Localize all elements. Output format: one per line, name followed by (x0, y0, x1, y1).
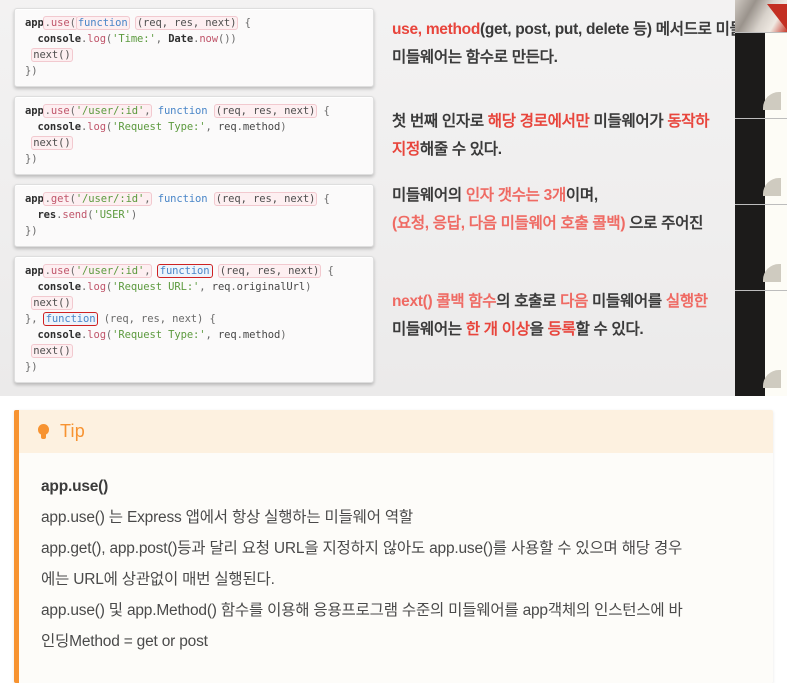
note-use-method: use, method(get, post, put, delete 등) 메서… (392, 16, 787, 72)
tip-title: Tip (60, 421, 85, 441)
note-4-line1-c: 다음 (560, 293, 589, 310)
note-4-line1-a: next() 콜백 함수 (392, 293, 497, 310)
edge-thumbnail-1-corner (763, 92, 781, 110)
edge-thumbnail-4-dark (735, 291, 765, 396)
edge-thumbnail-1[interactable] (735, 32, 787, 118)
edge-thumbnail-1-dark (735, 33, 765, 118)
tip-line-1: app.use() 는 Express 앱에서 항상 실행하는 미들웨어 역할 (41, 509, 413, 526)
note-2-line1-b: 해당 경로에서만 (487, 113, 590, 130)
tip-body: app.use() app.use() 는 Express 앱에서 항상 실행하… (19, 453, 773, 683)
tip-line-4: app.use() 및 app.Method() 함수를 이용해 응용프로그램 … (41, 602, 683, 619)
note-arg-count: 미들웨어의 인자 갯수는 3개이며, (요청, 응답, 다음 미들웨어 호출 콜… (392, 182, 787, 238)
edge-thumbnail-4-corner (763, 370, 781, 388)
slide-notes-column: use, method(get, post, put, delete 등) 메서… (392, 0, 787, 396)
code-block-app-use-multi: app.use('/user/:id', function (req, res,… (14, 256, 374, 383)
tip-header: Tip (19, 410, 773, 453)
note-3-line2-b: 으로 주어진 (625, 215, 704, 232)
tip-heading: app.use() (41, 478, 109, 495)
edge-thumbnail-2-dark (735, 119, 765, 204)
note-2-line2-b: 해줄 수 있다. (419, 141, 502, 158)
edge-thumbnail-2[interactable] (735, 118, 787, 204)
note-3-line1-c: 이며, (565, 187, 598, 204)
annotation-box-function-2: function (42, 312, 99, 326)
note-2-line1-c: 미들웨어가 (589, 113, 668, 130)
note-first-arg: 첫 번째 인자로 해당 경로에서만 미들웨어가 동작하 지정해줄 수 있다. (392, 108, 787, 164)
note-1-line1-highlight: use, method (392, 21, 480, 38)
note-4-line1-e: 실행한 (665, 293, 708, 310)
note-4-line2-b: 한 개 이상 (465, 321, 530, 338)
code-block-app-use-path: app.use('/user/:id', function (req, res,… (14, 96, 374, 175)
note-4-line1-d: 미들웨어를 (588, 293, 666, 310)
tip-line-3: 에는 URL에 상관없이 매번 실행된다. (41, 571, 275, 588)
right-edge-overlay (735, 0, 787, 396)
presenter-webcam-thumbnail[interactable] (735, 0, 787, 32)
edge-thumbnail-2-corner (763, 178, 781, 196)
note-2-line1-a: 첫 번째 인자로 (392, 113, 488, 130)
lightbulb-icon (37, 423, 50, 440)
lecture-slide-image: app.use(function (req, res, next) { cons… (0, 0, 787, 396)
note-4-line2-d: 등록 (547, 321, 576, 338)
note-3-line1-a: 미들웨어의 (392, 187, 466, 204)
note-1-line2: 미들웨어는 함수로 만든다. (392, 49, 558, 66)
edge-thumbnail-3-corner (763, 264, 781, 282)
tip-callout: Tip app.use() app.use() 는 Express 앱에서 항상… (14, 410, 773, 683)
edge-thumbnail-4[interactable] (735, 290, 787, 396)
note-4-line2-a: 미들웨어는 (392, 321, 466, 338)
tip-line-5: 인딩Method = get or post (41, 633, 208, 650)
code-block-app-use-function: app.use(function (req, res, next) { cons… (14, 8, 374, 87)
note-3-line1-b: 인자 갯수는 3개 (465, 187, 566, 204)
code-block-app-get-path: app.get('/user/:id', function (req, res,… (14, 184, 374, 247)
note-2-line1-d: 동작하 (667, 113, 710, 130)
code-blocks-column: app.use(function (req, res, next) { cons… (14, 8, 374, 383)
note-next-callback: next() 콜백 함수의 호출로 다음 미들웨어를 실행한 미들웨어는 한 개… (392, 288, 787, 344)
note-3-line2-a: (요청, 응답, 다음 미들웨어 호출 콜백) (392, 215, 626, 232)
edge-thumbnail-3[interactable] (735, 204, 787, 290)
annotation-box-function-1: function (156, 264, 213, 278)
note-4-line1-b: 의 호출로 (496, 293, 561, 310)
edge-thumbnail-3-dark (735, 205, 765, 290)
note-4-line2-c: 을 (529, 321, 548, 338)
note-2-line2-a: 지정 (392, 141, 420, 158)
tip-line-2: app.get(), app.post()등과 달리 요청 URL을 지정하지 … (41, 540, 683, 557)
note-4-line2-e: 할 수 있다. (575, 321, 644, 338)
